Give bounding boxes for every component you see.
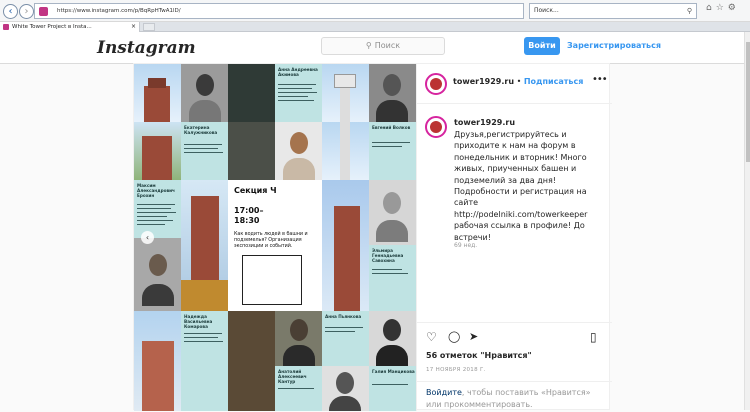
portrait-photo bbox=[181, 64, 228, 122]
speaker-card: Анна Пьянкова bbox=[322, 311, 369, 366]
portrait-photo bbox=[369, 311, 416, 366]
login-prompt: Войдите, чтобы поставить «Нравится» или … bbox=[417, 381, 612, 412]
post-card: Анна Андреевна Акимова Екатерина Калужни… bbox=[133, 63, 612, 411]
post-header: tower1929.ru • Подписаться ••• bbox=[417, 64, 612, 104]
browser-toolbar-icons: ⌂☆⚙ bbox=[706, 3, 740, 13]
post-caption: Друзья,регистрируйтесь и приходите к нам… bbox=[454, 130, 588, 242]
speaker-name: Евгений Волков bbox=[372, 125, 411, 130]
search-icon: ⚲ bbox=[365, 41, 372, 50]
portrait-photo bbox=[275, 311, 322, 366]
speaker-card: Галия Манцикова bbox=[369, 366, 416, 411]
speaker-name: Екатерина Калужникова bbox=[184, 125, 218, 135]
speaker-card: Надежда Васильевна Комарова bbox=[181, 311, 228, 411]
carousel-prev-button[interactable]: ‹ bbox=[141, 231, 154, 244]
tower-photo bbox=[181, 180, 228, 311]
heart-icon[interactable]: ♡ bbox=[426, 330, 437, 344]
water-tower-photo bbox=[322, 122, 369, 180]
post-image[interactable]: Анна Андреевна Акимова Екатерина Калужни… bbox=[134, 64, 416, 411]
separator-dot: • bbox=[514, 77, 524, 86]
water-tower-photo bbox=[322, 64, 369, 122]
portrait-photo bbox=[322, 366, 369, 411]
search-placeholder: Поиск bbox=[374, 41, 401, 50]
caption-username[interactable]: tower1929.ru bbox=[454, 118, 515, 127]
comment-icon[interactable]: ◯ bbox=[448, 330, 460, 343]
share-icon[interactable]: ➤ bbox=[469, 330, 478, 343]
underground-photo bbox=[228, 311, 275, 411]
new-tab-button[interactable] bbox=[143, 23, 155, 31]
bookmark-icon[interactable]: ▯ bbox=[590, 330, 597, 344]
search-input[interactable]: ⚲ Поиск bbox=[321, 37, 445, 55]
tab-favicon-icon bbox=[3, 24, 9, 30]
underground-photo bbox=[228, 64, 275, 122]
likes-count[interactable]: 56 отметок "Нравится" bbox=[426, 351, 532, 360]
speaker-card: Анна Андреевна Акимова bbox=[275, 64, 322, 122]
portrait-photo bbox=[275, 122, 322, 180]
browser-tab[interactable]: White Tower Project в Insta... × bbox=[0, 22, 140, 32]
back-button[interactable]: ‹ bbox=[3, 4, 18, 19]
login-button[interactable]: Войти bbox=[524, 37, 560, 55]
gear-icon[interactable]: ⚙ bbox=[728, 3, 740, 13]
portrait-photo bbox=[369, 64, 416, 122]
portrait-photo bbox=[369, 180, 416, 245]
speaker-name: Максим Александрович Ерохин bbox=[137, 183, 175, 198]
avatar[interactable] bbox=[425, 116, 447, 138]
tab-title: White Tower Project в Insta... bbox=[12, 24, 92, 30]
star-icon[interactable]: ☆ bbox=[716, 3, 728, 13]
tower-photo bbox=[134, 311, 181, 411]
browser-search-input[interactable]: Поиск... ⚲ bbox=[529, 3, 697, 19]
speaker-card: Эльмира Геннадьевна Савохина bbox=[369, 245, 416, 311]
close-icon[interactable]: × bbox=[131, 22, 136, 32]
tower-photo bbox=[322, 180, 369, 311]
post-actions: ♡ ◯ ➤ ▯ 56 отметок "Нравится" 17 НОЯБРЯ … bbox=[417, 322, 612, 411]
more-options-icon[interactable]: ••• bbox=[592, 74, 608, 85]
address-bar[interactable]: https://www.instagram.com/p/BqRpHTwA1lD/ bbox=[34, 3, 524, 19]
follow-button[interactable]: Подписаться bbox=[524, 77, 584, 86]
instagram-logo[interactable]: Instagram bbox=[97, 38, 196, 58]
section-card: Секция Ч 17:00– 18:30 Как водить людей в… bbox=[228, 180, 322, 311]
forward-button[interactable]: › bbox=[19, 4, 34, 19]
page-scrollbar[interactable] bbox=[744, 32, 750, 410]
speaker-card: Максим Александрович Ерохин bbox=[134, 180, 181, 238]
speaker-name: Галия Манцикова bbox=[372, 369, 415, 374]
portrait-photo bbox=[134, 238, 181, 311]
username-link[interactable]: tower1929.ru bbox=[453, 77, 514, 86]
architecture-sketch bbox=[242, 255, 302, 305]
speaker-name: Анна Андреевна Акимова bbox=[278, 67, 318, 77]
browser-chrome: ‹ › https://www.instagram.com/p/BqRpHTwA… bbox=[0, 0, 750, 32]
post-author: tower1929.ru • Подписаться bbox=[453, 77, 583, 86]
speaker-name: Надежда Васильевна Комарова bbox=[184, 314, 213, 329]
tower-photo bbox=[134, 122, 181, 180]
home-icon[interactable]: ⌂ bbox=[706, 3, 716, 13]
speaker-name: Анатолий Алексеевич Кантур bbox=[278, 369, 307, 384]
section-title: Секция Ч bbox=[234, 186, 277, 195]
avatar[interactable] bbox=[425, 73, 447, 95]
instagram-header: Instagram ⚲ Поиск Войти Зарегистрироватьс… bbox=[0, 32, 744, 64]
underground-photo bbox=[228, 122, 275, 180]
caption-timestamp: 69 нед. bbox=[454, 242, 478, 249]
section-time: 17:00– 18:30 bbox=[234, 206, 264, 225]
scrollbar-thumb[interactable] bbox=[746, 42, 750, 162]
section-description: Как водить людей в башни и подземелья? О… bbox=[234, 232, 308, 249]
post-date: 17 НОЯБРЯ 2018 Г. bbox=[426, 367, 486, 373]
speaker-card: Анатолий Алексеевич Кантур bbox=[275, 366, 322, 411]
url-text: https://www.instagram.com/p/BqRpHTwA1lD/ bbox=[57, 8, 181, 14]
browser-search-placeholder: Поиск... bbox=[534, 7, 559, 14]
login-link[interactable]: Войдите bbox=[426, 388, 462, 397]
tower-photo bbox=[134, 64, 181, 122]
search-icon[interactable]: ⚲ bbox=[687, 4, 692, 18]
speaker-card: Евгений Волков bbox=[369, 122, 416, 180]
post-sidebar: tower1929.ru • Подписаться ••• tower1929… bbox=[416, 64, 612, 411]
speaker-name: Анна Пьянкова bbox=[325, 314, 362, 319]
browser-tab-strip: White Tower Project в Insta... × bbox=[0, 22, 750, 32]
speaker-name: Эльмира Геннадьевна Савохина bbox=[372, 248, 404, 263]
speaker-card: Екатерина Калужникова bbox=[181, 122, 228, 180]
instagram-favicon-icon bbox=[39, 7, 48, 16]
browser-nav-bar: ‹ › https://www.instagram.com/p/BqRpHTwA… bbox=[0, 0, 750, 22]
signup-link[interactable]: Зарегистрироваться bbox=[567, 37, 661, 55]
